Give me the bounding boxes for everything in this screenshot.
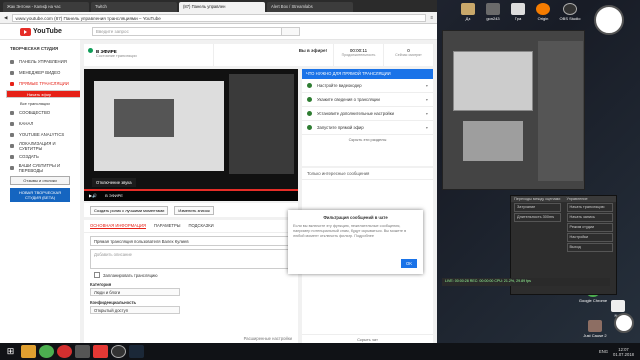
transition-select[interactable]: Затухание: [514, 203, 561, 212]
step-settings[interactable]: Установите дополнительные настройки ▾: [302, 107, 433, 121]
studio-mode-button[interactable]: Режим студии: [566, 223, 613, 232]
language-indicator[interactable]: ENG: [599, 349, 608, 354]
ok-button[interactable]: OK: [400, 259, 417, 268]
check-icon: [307, 83, 312, 88]
sidebar: ТВОРЧЕСКАЯ СТУДИЯ ПАНЕЛЬ УПРАВЛЕНИЯ МЕНЕ…: [0, 40, 96, 343]
exit-button[interactable]: Выход: [566, 243, 613, 252]
hide-chat-button[interactable]: Скрыть чат: [302, 334, 433, 343]
community-icon: [10, 110, 14, 115]
advanced-settings-link[interactable]: Расширенные настройки: [244, 336, 292, 341]
video-icon: [10, 70, 14, 75]
obs-preview: [442, 30, 585, 190]
desktop-icon-obs[interactable]: OBS Studio: [555, 3, 585, 21]
check-icon: [307, 97, 312, 102]
sidebar-item-dashboard[interactable]: ПАНЕЛЬ УПРАВЛЕНИЯ: [0, 56, 80, 67]
play-logo-icon: [20, 27, 31, 36]
menu-icon[interactable]: ≡: [430, 15, 433, 20]
privacy-select[interactable]: Открытый доступ: [90, 306, 180, 314]
youtube-header: YouTube Введите запрос: [0, 24, 437, 40]
highlights-button[interactable]: Создать ролик с лучшими моментами: [90, 205, 169, 215]
analytics-icon: [10, 132, 14, 137]
dashboard-icon: [10, 59, 14, 64]
steam-icon[interactable]: [129, 345, 144, 358]
thumbnail-button[interactable]: Изменить значок: [174, 205, 214, 215]
chrome-icon[interactable]: [39, 345, 54, 358]
search-button[interactable]: [281, 27, 300, 36]
translate-icon: [10, 143, 14, 148]
main-content: В ЭФИРЕ Состояние трансляции Вы в эфире! …: [80, 40, 437, 343]
duration-field[interactable]: Длительность 300ms: [514, 213, 561, 222]
live-status-icon: [88, 48, 93, 53]
channel-icon: [10, 121, 14, 126]
address-bar: ◀ www.youtube.com (87) Панель управления…: [0, 12, 437, 24]
title-field[interactable]: Прямая трансляция пользователя Валех Кул…: [90, 236, 292, 246]
sidebar-item-create[interactable]: СОЗДАТЬ: [0, 151, 80, 162]
explorer-icon[interactable]: [21, 345, 36, 358]
hide-sections-link[interactable]: Скрыть эти разделы: [302, 135, 433, 142]
chat-filter-dialog: Фильтрация сообщений в чате Если вы вклю…: [288, 210, 423, 274]
tab-1[interactable]: Жак Энтони - Калиф на час: [3, 2, 89, 12]
sidebar-item-video-manager[interactable]: МЕНЕДЖЕР ВИДЕО: [0, 67, 80, 78]
tab-4[interactable]: Alert Box / Streamlabs: [267, 2, 353, 12]
sidebar-item-live[interactable]: ПРЯМЫЕ ТРАНСЛЯЦИИ: [0, 78, 80, 89]
sidebar-item-community[interactable]: СООБЩЕСТВО: [0, 107, 80, 118]
start-record-button[interactable]: Начать запись: [566, 213, 613, 222]
clock-widget-small: [614, 313, 634, 333]
check-icon: [307, 125, 312, 130]
start-icon[interactable]: ⊞: [3, 345, 18, 358]
browser-window: Жак Энтони - Калиф на час Twitch (87) Па…: [0, 0, 437, 343]
feedback-button[interactable]: Отзывы и отклики: [10, 176, 70, 185]
player-controls: ▶ 🔊 В ЭФИРЕ: [84, 189, 298, 201]
tab-3[interactable]: (87) Панель управлен: [179, 2, 265, 12]
youtube-logo[interactable]: YouTube: [20, 27, 62, 36]
check-icon: [307, 111, 312, 116]
info-panel: ОСНОВНАЯ ИНФОРМАЦИЯ ПАРАМЕТРЫ ПОДСКАЗКИ Пр…: [84, 220, 298, 343]
player-actions: Создать ролик с лучшими моментами Измени…: [84, 203, 298, 217]
tab-hints[interactable]: ПОДСКАЗКИ: [188, 223, 213, 229]
tab-basic-info[interactable]: ОСНОВНАЯ ИНФОРМАЦИЯ: [90, 223, 146, 229]
sidebar-title: ТВОРЧЕСКАЯ СТУДИЯ: [10, 46, 59, 51]
step-go-live[interactable]: Запустите прямой эфир ▾: [302, 121, 433, 135]
sidebar-item-channel[interactable]: КАНАЛ: [0, 118, 80, 129]
live-icon: [10, 81, 14, 86]
category-select[interactable]: Люди и блоги: [90, 288, 180, 296]
sidebar-sub-all[interactable]: Все трансляции: [0, 99, 80, 107]
tab-bar: Жак Энтони - Калиф на час Twitch (87) Па…: [0, 0, 437, 12]
create-icon: [10, 154, 14, 159]
yandex-icon[interactable]: [93, 345, 108, 358]
search-input[interactable]: Введите запрос: [91, 27, 282, 36]
new-studio-button[interactable]: НОВАЯ ТВОРЧЕСКАЯ СТУДИЯ (БЕТА): [10, 188, 70, 202]
opera-icon[interactable]: [57, 345, 72, 358]
video-player[interactable]: Отключение звука ▶ 🔊 В ЭФИРЕ: [84, 69, 298, 201]
sidebar-item-analytics[interactable]: YOUTUBE ANALYTICS: [0, 129, 80, 140]
desktop-icon-origin[interactable]: Origin: [528, 3, 558, 21]
tray-clock[interactable]: 12:07 01.07.2018: [613, 347, 634, 357]
clock-widget: [594, 5, 624, 35]
taskbar: ⊞ ENG 12:07 01.07.2018: [0, 343, 640, 360]
stream-status: В ЭФИРЕ Состояние трансляции Вы в эфире! …: [84, 44, 434, 66]
obs-icon[interactable]: [111, 345, 126, 358]
mute-tooltip: Отключение звука: [92, 178, 136, 187]
back-icon[interactable]: ◀: [4, 15, 8, 21]
step-encoder[interactable]: Настройте видеокодер ▾: [302, 79, 433, 93]
start-stream-button[interactable]: Начать трансляцию: [566, 203, 613, 212]
tab-params[interactable]: ПАРАМЕТРЫ: [154, 223, 180, 229]
chat-filter-select[interactable]: Только интересные сообщения: [302, 168, 433, 180]
obs-status-bar: LIVE: 00:00:28 REC: 00:00:00 CPU: 21.2%,…: [442, 278, 610, 286]
step-info[interactable]: Укажите сведения о трансляции ▾: [302, 93, 433, 107]
url-field[interactable]: www.youtube.com (87) Панель управления т…: [11, 13, 427, 22]
sidebar-item-localization[interactable]: ЛОКАЛИЗАЦИЯ И СУБТИТРЫ: [0, 140, 80, 151]
volume-icon[interactable]: 🔊: [92, 193, 97, 198]
media-icon[interactable]: [75, 345, 90, 358]
tab-2[interactable]: Twitch: [91, 2, 177, 12]
desktop-icon-just-cause[interactable]: Just Cause 2: [580, 320, 610, 338]
description-field[interactable]: Добавить описание: [90, 249, 292, 269]
schedule-checkbox[interactable]: Запланировать трансляцию: [94, 272, 288, 278]
sidebar-item-subtitles[interactable]: ВАШИ СУБТИТРЫ И ПЕРЕВОДЫ: [0, 162, 80, 173]
subtitles-icon: [10, 165, 14, 170]
settings-button[interactable]: Настройки: [566, 233, 613, 242]
